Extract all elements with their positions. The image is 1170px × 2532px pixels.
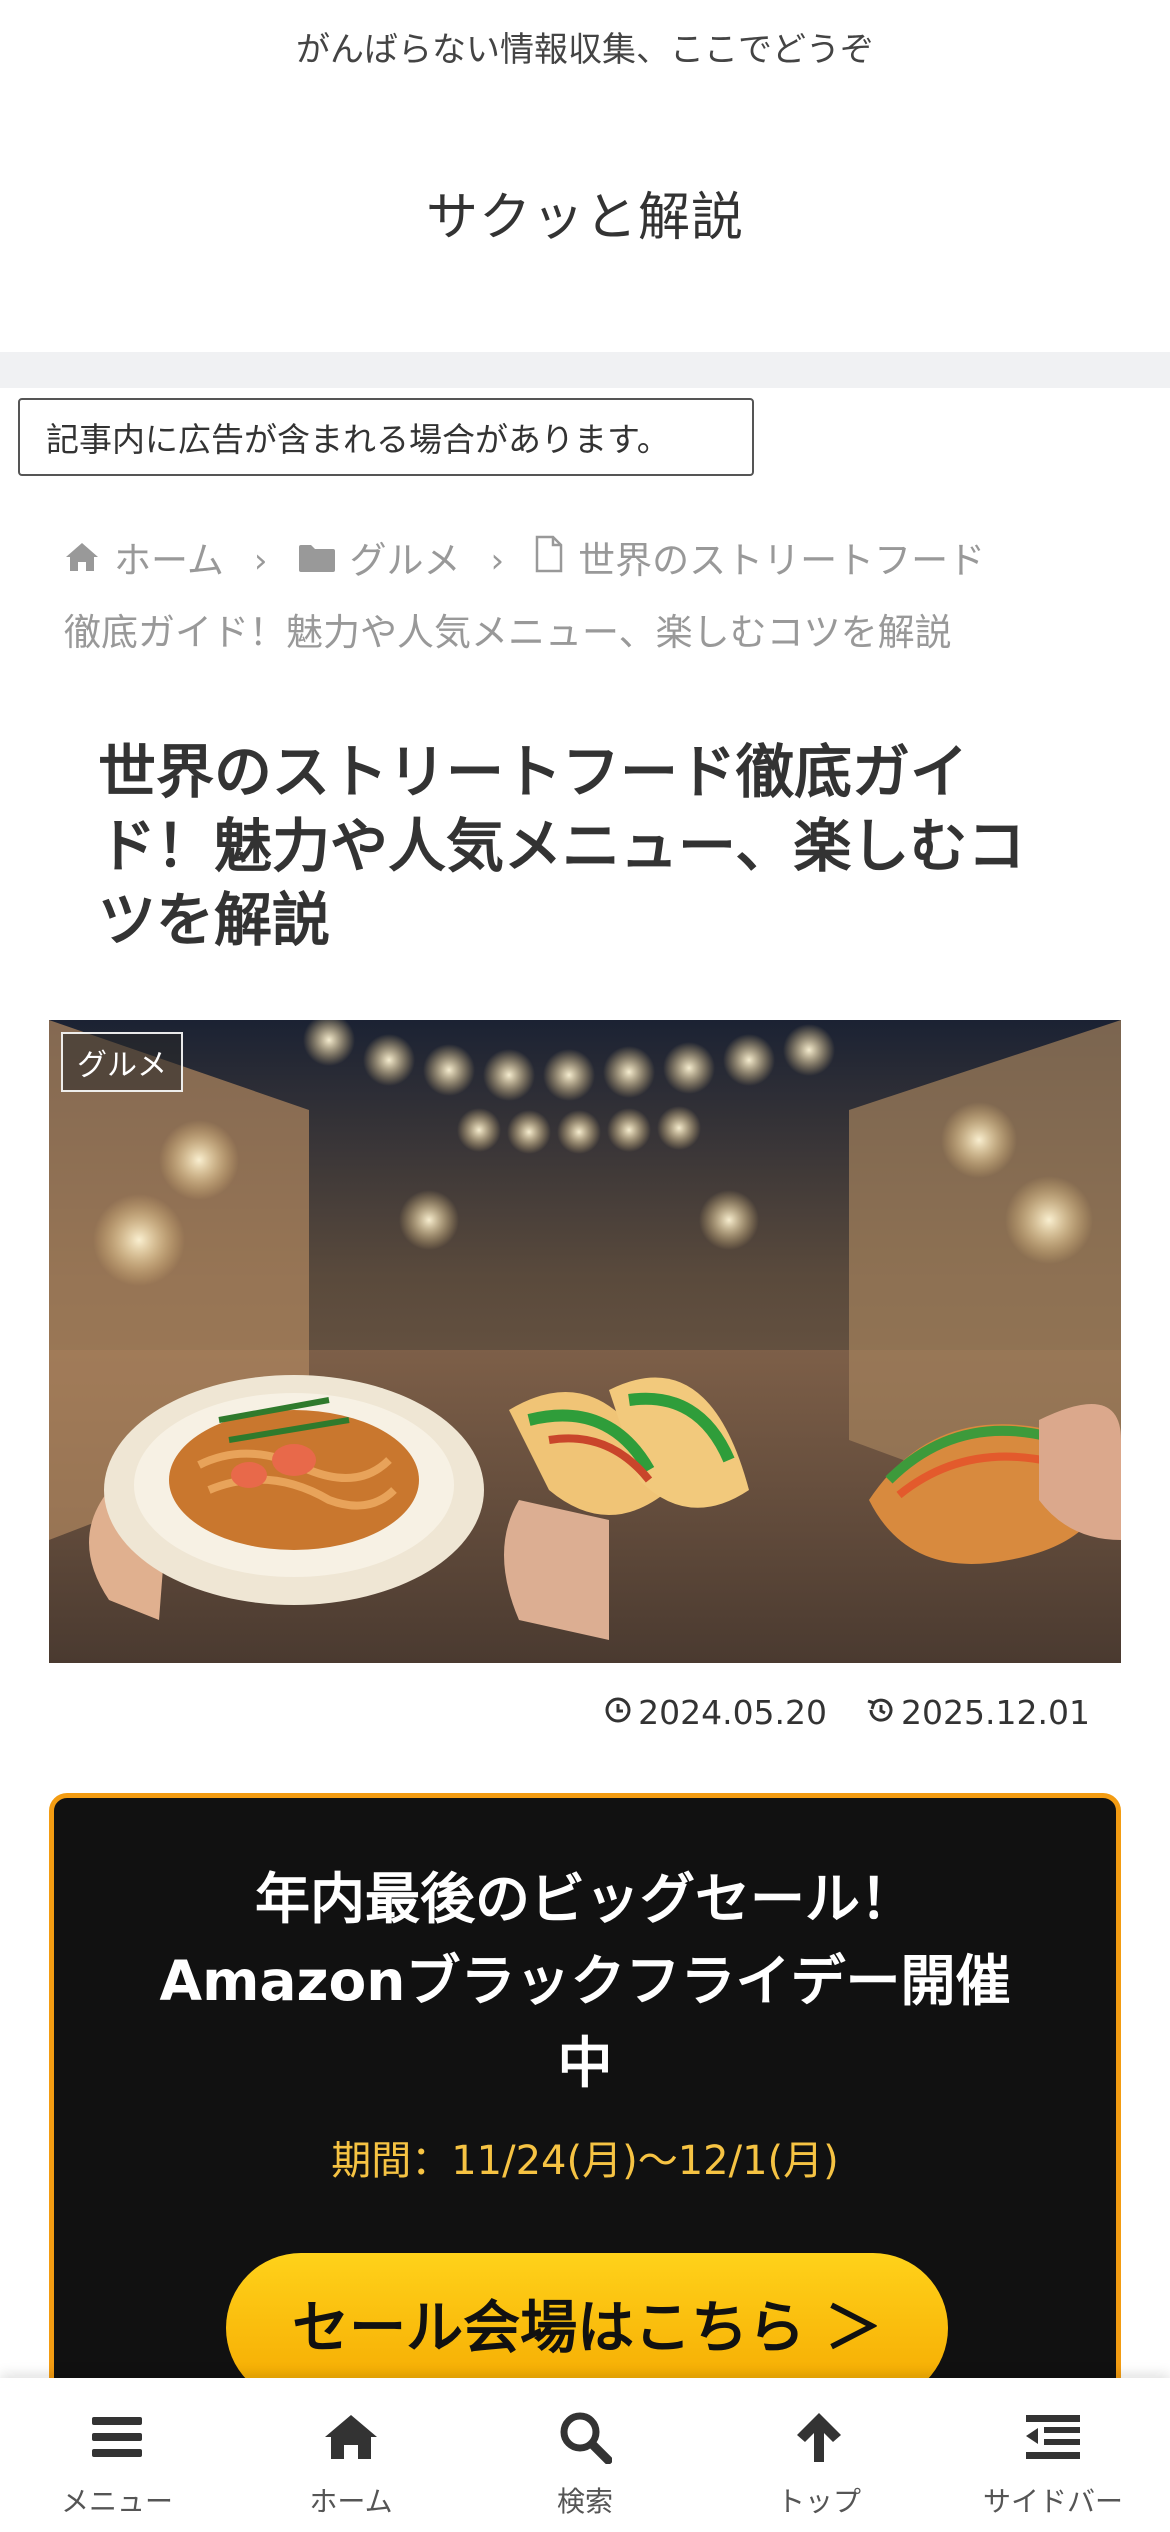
folder-icon: [298, 525, 336, 597]
sidebar-icon: [1024, 2408, 1082, 2466]
home-icon: [64, 525, 100, 597]
category-badge[interactable]: グルメ: [61, 1032, 183, 1092]
sale-banner-heading: 年内最後のビッグセール！Amazonブラックフライデー開催中: [159, 1867, 1011, 2095]
nav-search-label: 検索: [556, 2485, 613, 2518]
header-divider: [0, 352, 1170, 388]
nav-sidebar-label: サイドバー: [982, 2485, 1123, 2518]
nav-menu[interactable]: メニュー: [0, 2378, 234, 2532]
eyecatch-image: グルメ: [49, 1020, 1121, 1663]
arrow-up-icon: [793, 2408, 845, 2466]
hamburger-icon: [90, 2408, 144, 2466]
nav-top[interactable]: トップ: [702, 2378, 936, 2532]
bottom-nav: メニュー ホーム 検索 トップ サイドバー: [0, 2378, 1170, 2532]
nav-sidebar[interactable]: サイドバー: [936, 2378, 1170, 2532]
breadcrumb-current-label: 世界のストリートフード: [578, 539, 986, 582]
ad-notice: 記事内に広告が含まれる場合があります。: [18, 398, 754, 476]
breadcrumb-category-label: グルメ: [349, 539, 461, 582]
site-tagline: がんばらない情報収集、ここでどうぞ: [296, 30, 874, 70]
home-icon: [322, 2408, 380, 2466]
clock-icon: [604, 1693, 632, 1732]
nav-top-label: トップ: [776, 2485, 861, 2518]
chevron-right-icon: ›: [253, 541, 268, 581]
breadcrumb-category[interactable]: グルメ: [298, 525, 461, 597]
chevron-right-icon: ›: [490, 541, 505, 581]
sale-banner-period: 期間：11/24(月)〜12/1(月): [331, 2138, 839, 2184]
history-icon: [865, 1693, 895, 1732]
breadcrumb-home[interactable]: ホーム: [64, 525, 224, 597]
breadcrumb: ホーム › グルメ › 世界のストリートフード 徹底ガイド！魅力や人気メニュー、…: [64, 525, 1104, 669]
article-title: 世界のストリートフード徹底ガイド！魅力や人気メニュー、楽しむコツを解説: [98, 738, 1026, 954]
breadcrumb-current-label-cont: 徹底ガイド！魅力や人気メニュー、楽しむコツを解説: [64, 611, 952, 654]
published-date-text: 2024.05.20: [638, 1693, 828, 1732]
nav-menu-label: メニュー: [60, 2485, 173, 2518]
sale-banner: 年内最後のビッグセール！Amazonブラックフライデー開催中 期間：11/24(…: [49, 1793, 1121, 2433]
search-icon: [558, 2408, 612, 2466]
updated-date-text: 2025.12.01: [901, 1693, 1090, 1732]
file-icon: [534, 525, 564, 597]
breadcrumb-home-label: ホーム: [114, 539, 224, 582]
nav-home-label: ホーム: [309, 2485, 393, 2518]
post-dates: 2024.05.20 2025.12.01: [604, 1693, 1090, 1732]
nav-home[interactable]: ホーム: [234, 2378, 468, 2532]
published-date: 2024.05.20: [604, 1693, 827, 1732]
site-title[interactable]: サクッと解説: [0, 175, 1170, 250]
updated-date: 2025.12.01: [865, 1693, 1090, 1732]
breadcrumb-current: 世界のストリートフード: [534, 525, 985, 597]
nav-search[interactable]: 検索: [468, 2378, 702, 2532]
